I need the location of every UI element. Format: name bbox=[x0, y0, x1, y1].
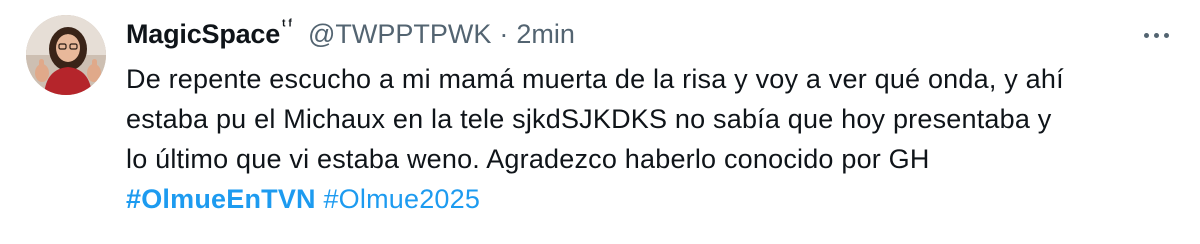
tweet-header: MagicSpace ᵗᶠ @TWPPTPWK · 2min bbox=[126, 14, 575, 54]
display-name-suffix: ᵗᶠ bbox=[282, 16, 295, 34]
avatar[interactable] bbox=[26, 15, 106, 95]
tweet-text: De repente escucho a mi mamá muerta de l… bbox=[126, 59, 1186, 219]
separator: · bbox=[499, 18, 509, 49]
more-dot bbox=[1163, 32, 1169, 38]
timestamp[interactable]: 2min bbox=[516, 19, 575, 50]
more-horizontal-icon bbox=[1143, 32, 1149, 38]
tweet-text-line: lo último que vi estaba weno. Agradezco … bbox=[126, 144, 930, 174]
display-name[interactable]: MagicSpace bbox=[126, 19, 280, 50]
more-dot bbox=[1153, 32, 1159, 38]
tweet-text-line: estaba pu el Michaux en la tele sjkdSJKD… bbox=[126, 104, 1052, 134]
hashtag-row: #OlmueEnTVN #Olmue2025 bbox=[126, 179, 1186, 219]
hashtag-link[interactable]: #OlmueEnTVN bbox=[126, 184, 316, 214]
profile-photo-icon bbox=[26, 15, 106, 95]
user-handle[interactable]: @TWPPTPWK bbox=[308, 19, 491, 50]
tweet-card: MagicSpace ᵗᶠ @TWPPTPWK · 2min De repent… bbox=[0, 0, 1200, 244]
more-options-button[interactable] bbox=[1138, 20, 1174, 50]
hashtag-link[interactable]: #Olmue2025 bbox=[323, 184, 480, 214]
tweet-text-line: De repente escucho a mi mamá muerta de l… bbox=[126, 64, 1064, 94]
